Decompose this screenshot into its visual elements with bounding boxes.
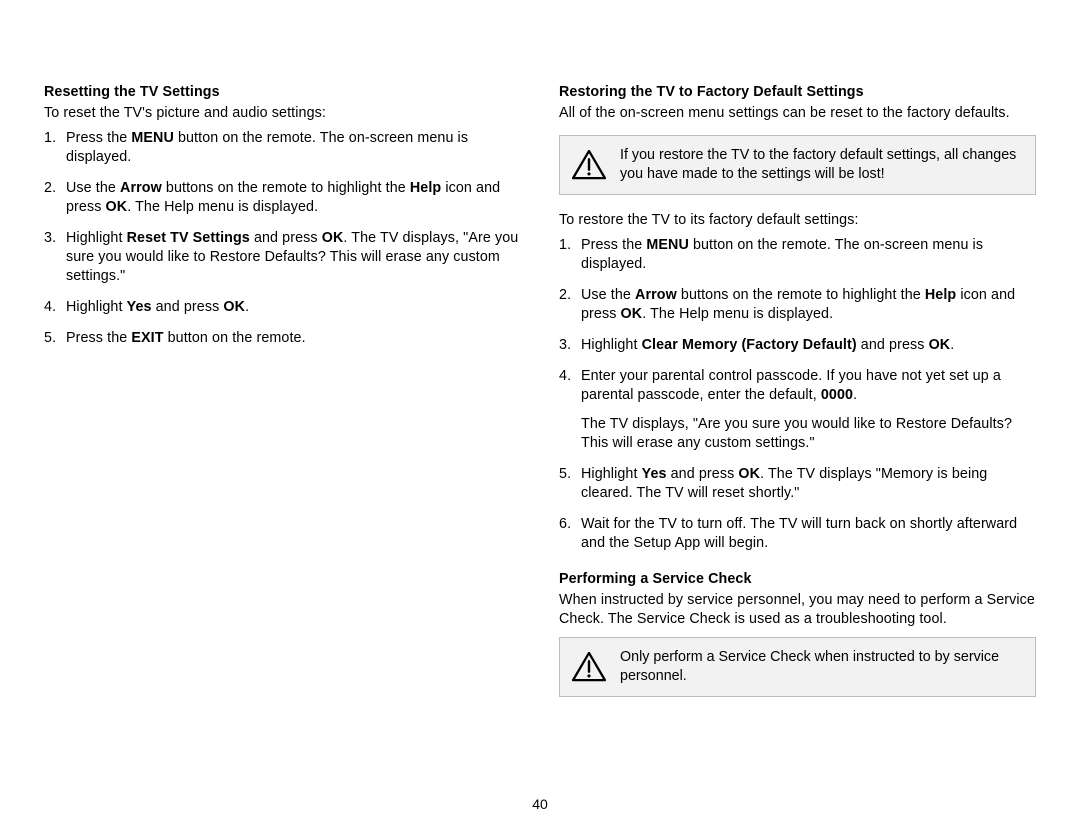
text: and press <box>152 299 224 315</box>
bold: Arrow <box>120 180 162 196</box>
list-item: Highlight Clear Memory (Factory Default)… <box>559 336 1036 355</box>
list-item: Press the MENU button on the remote. The… <box>44 129 521 167</box>
text: and press <box>667 466 739 482</box>
sub-note: The TV displays, "Are you sure you would… <box>581 415 1036 453</box>
page-number: 40 <box>0 796 1080 812</box>
list-item: Highlight Yes and press OK. <box>44 298 521 317</box>
bold: Reset TV Settings <box>127 230 250 246</box>
text: Highlight <box>581 337 642 353</box>
left-column: Resetting the TV Settings To reset the T… <box>44 84 521 713</box>
text: and press <box>857 337 929 353</box>
heading-restore: Restoring the TV to Factory Default Sett… <box>559 84 1036 100</box>
bold: OK <box>621 306 643 322</box>
text: Wait for the TV to turn off. The TV will… <box>581 516 1017 551</box>
bold: MENU <box>131 130 174 146</box>
list-item: Use the Arrow buttons on the remote to h… <box>559 286 1036 324</box>
text: Use the <box>581 287 635 303</box>
manual-page: Resetting the TV Settings To reset the T… <box>0 0 1080 713</box>
text: Use the <box>66 180 120 196</box>
text: Highlight <box>66 230 127 246</box>
bold: MENU <box>646 237 689 253</box>
list-item: Press the MENU button on the remote. The… <box>559 236 1036 274</box>
warning-callout-2: Only perform a Service Check when instru… <box>559 637 1036 697</box>
callout-text: If you restore the TV to the factory def… <box>620 146 1021 184</box>
text: Highlight <box>66 299 127 315</box>
text: . The Help menu is displayed. <box>127 199 318 215</box>
bold: Yes <box>127 299 152 315</box>
warning-icon <box>572 150 606 180</box>
right-column: Restoring the TV to Factory Default Sett… <box>559 84 1036 713</box>
text: button on the remote. <box>164 330 306 346</box>
text: Highlight <box>581 466 642 482</box>
text: Press the <box>66 330 131 346</box>
intro-restore-2: To restore the TV to its factory default… <box>559 211 1036 230</box>
text: Press the <box>581 237 646 253</box>
list-item: Highlight Reset TV Settings and press OK… <box>44 229 521 286</box>
callout-text: Only perform a Service Check when instru… <box>620 648 1021 686</box>
text: . The Help menu is displayed. <box>642 306 833 322</box>
text: buttons on the remote to highlight the <box>677 287 925 303</box>
bold: OK <box>106 199 128 215</box>
text: . <box>950 337 954 353</box>
bold: OK <box>322 230 344 246</box>
text: . <box>853 387 857 403</box>
warning-callout: If you restore the TV to the factory def… <box>559 135 1036 195</box>
bold: Help <box>925 287 956 303</box>
list-item: Use the Arrow buttons on the remote to h… <box>44 179 521 217</box>
bold: OK <box>738 466 760 482</box>
bold: EXIT <box>131 330 163 346</box>
heading-service-check: Performing a Service Check <box>559 571 1036 587</box>
intro-restore: All of the on-screen menu settings can b… <box>559 104 1036 123</box>
warning-icon <box>572 652 606 682</box>
bold: 0000 <box>821 387 853 403</box>
text: and press <box>250 230 322 246</box>
bold: Help <box>410 180 441 196</box>
text: buttons on the remote to highlight the <box>162 180 410 196</box>
text: Enter your parental control passcode. If… <box>581 368 1001 403</box>
bold: Arrow <box>635 287 677 303</box>
bold: Clear Memory (Factory Default) <box>642 337 857 353</box>
list-item: Wait for the TV to turn off. The TV will… <box>559 515 1036 553</box>
bold: OK <box>223 299 245 315</box>
list-item: Press the EXIT button on the remote. <box>44 329 521 348</box>
service-check-text: When instructed by service personnel, yo… <box>559 591 1036 629</box>
intro-reset: To reset the TV's picture and audio sett… <box>44 104 521 123</box>
bold: Yes <box>642 466 667 482</box>
text: . <box>245 299 249 315</box>
steps-restore: Press the MENU button on the remote. The… <box>559 236 1036 553</box>
list-item: Highlight Yes and press OK. The TV displ… <box>559 465 1036 503</box>
text: Press the <box>66 130 131 146</box>
list-item: Enter your parental control passcode. If… <box>559 367 1036 453</box>
steps-reset: Press the MENU button on the remote. The… <box>44 129 521 348</box>
heading-reset: Resetting the TV Settings <box>44 84 521 100</box>
bold: OK <box>929 337 951 353</box>
